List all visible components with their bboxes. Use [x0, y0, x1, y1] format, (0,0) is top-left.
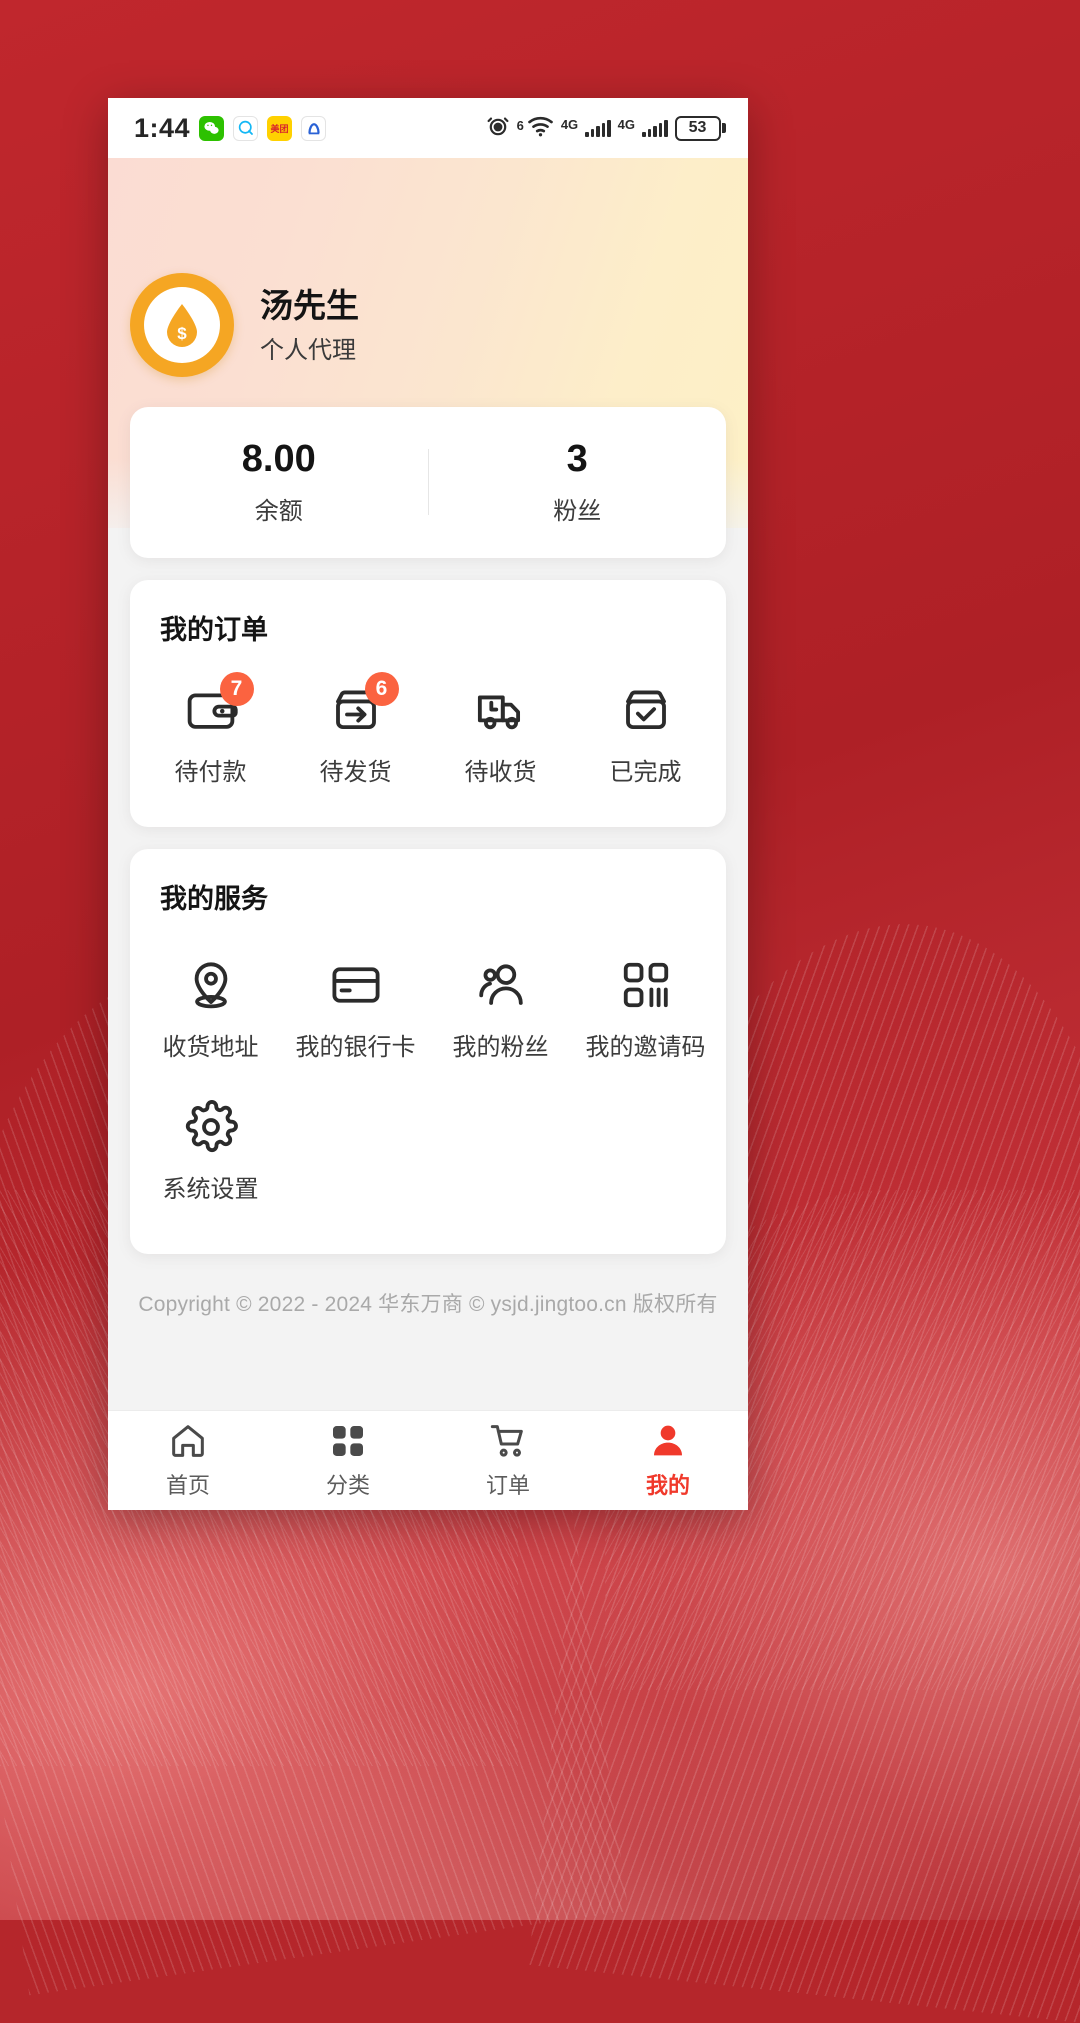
order-item-completed[interactable]: 已完成	[573, 667, 718, 797]
network-type-label-2: 4G	[617, 116, 635, 132]
status-bar-clock: 1:44	[134, 112, 191, 143]
signal-bars-2	[642, 119, 668, 137]
battery-cap	[722, 123, 726, 133]
battery-icon: 53	[674, 115, 726, 141]
cart-icon	[490, 1425, 523, 1457]
status-bar: 1:44 美团 6 4G 4G 53	[108, 98, 748, 158]
qq-icon	[233, 115, 259, 141]
orders-card: 我的订单 7 待付款 6 待发货 待收货 已完成	[130, 579, 726, 827]
scroll-area[interactable]: $ 汤先生 个人代理 8.00 余额 3 粉丝 我的订单 7 待付款 6 待发货…	[108, 158, 748, 1318]
service-item-label: 收货地址	[162, 1033, 259, 1061]
tab-label: 订单	[485, 1473, 530, 1498]
tab-label: 我的	[645, 1473, 690, 1498]
balance-value: 8.00	[241, 438, 316, 480]
network-type-label-1: 4G	[560, 116, 579, 132]
profile-role: 个人代理	[260, 337, 356, 365]
service-item-bank-card[interactable]: 我的银行卡	[283, 936, 428, 1078]
order-item-label: 已完成	[609, 758, 682, 786]
battery-percent: 53	[674, 115, 721, 141]
signal-bars-1	[585, 119, 611, 137]
phone-screen: 1:44 美团 6 4G 4G 53 $ 汤先生 个人代理 8.00 余额 3 …	[108, 98, 748, 1510]
home-icon	[172, 1425, 204, 1457]
people-icon	[472, 956, 530, 1014]
order-item-pending-receipt[interactable]: 待收货	[428, 667, 573, 797]
profile-name: 汤先生	[260, 286, 359, 324]
order-item-label: 待发货	[319, 758, 392, 786]
bottom-tab-bar: 首页 分类 订单 我的	[108, 1410, 748, 1510]
order-item-pending-payment[interactable]: 7 待付款	[138, 667, 283, 797]
services-grid: 收货地址 我的银行卡 我的粉丝 我的邀请码 系统设置	[130, 922, 726, 1254]
stat-balance[interactable]: 8.00 余额	[130, 438, 428, 526]
user-icon	[654, 1425, 682, 1456]
stat-fans[interactable]: 3 粉丝	[429, 438, 727, 526]
services-card: 我的服务 收货地址 我的银行卡 我的粉丝 我的邀请码 系统设置	[130, 848, 726, 1254]
location-pin-icon	[182, 956, 240, 1014]
service-item-invite-code[interactable]: 我的邀请码	[573, 936, 718, 1078]
balance-label: 余额	[254, 497, 303, 525]
grid-icon	[333, 1426, 363, 1456]
tab-mine[interactable]: 我的	[588, 1421, 748, 1500]
alarm-icon	[486, 114, 510, 143]
stats-card: 8.00 余额 3 粉丝	[130, 407, 726, 558]
order-badge: 6	[364, 671, 399, 706]
service-item-label: 我的邀请码	[585, 1033, 706, 1061]
tab-home[interactable]: 首页	[108, 1421, 268, 1500]
wifi-icon	[527, 115, 554, 142]
tab-label: 分类	[325, 1473, 370, 1498]
browser-icon	[301, 115, 327, 141]
wallet-icon: 7	[182, 671, 254, 739]
meituan-icon: 美团	[267, 115, 293, 141]
order-item-label: 待收货	[464, 758, 537, 786]
gear-icon	[182, 1098, 240, 1156]
box-check-icon	[617, 681, 675, 739]
status-bar-right: 6 4G 4G 53	[486, 114, 726, 143]
bank-card-icon	[327, 956, 385, 1014]
avatar[interactable]: $	[130, 273, 234, 377]
order-item-pending-shipment[interactable]: 6 待发货	[283, 667, 428, 797]
qrcode-icon	[617, 956, 675, 1014]
orders-grid: 7 待付款 6 待发货 待收货 已完成	[130, 653, 726, 827]
status-bar-left: 1:44 美团	[134, 112, 327, 144]
fans-label: 粉丝	[553, 497, 602, 525]
page-content: $ 汤先生 个人代理 8.00 余额 3 粉丝 我的订单 7 待付款 6 待发货…	[108, 158, 748, 1410]
orders-title: 我的订单	[160, 614, 268, 645]
order-item-label: 待付款	[174, 758, 247, 786]
avatar-inner: $	[144, 287, 220, 363]
service-item-label: 系统设置	[162, 1175, 259, 1203]
fans-value: 3	[566, 438, 588, 480]
wechat-icon	[199, 115, 225, 141]
tab-category[interactable]: 分类	[268, 1421, 428, 1500]
tab-orders[interactable]: 订单	[428, 1421, 588, 1500]
services-title: 我的服务	[160, 883, 268, 914]
profile-text: 汤先生 个人代理	[260, 285, 359, 365]
order-badge: 7	[219, 671, 254, 706]
svg-text:$: $	[177, 324, 187, 343]
water-drop-dollar-icon: $	[167, 304, 197, 347]
profile-header[interactable]: $ 汤先生 个人代理	[108, 158, 748, 407]
truck-clock-icon	[472, 681, 530, 739]
service-item-label: 我的粉丝	[452, 1033, 549, 1061]
service-item-fans[interactable]: 我的粉丝	[428, 936, 573, 1078]
service-item-label: 我的银行卡	[295, 1033, 416, 1061]
wifi-generation-label: 6	[516, 117, 524, 133]
box-arrow-icon: 6	[327, 671, 399, 739]
service-item-settings[interactable]: 系统设置	[138, 1078, 283, 1220]
copyright-text: Copyright © 2022 - 2024 华东万商 © ysjd.jing…	[138, 1292, 718, 1316]
tab-label: 首页	[165, 1473, 210, 1498]
service-item-address[interactable]: 收货地址	[138, 936, 283, 1078]
